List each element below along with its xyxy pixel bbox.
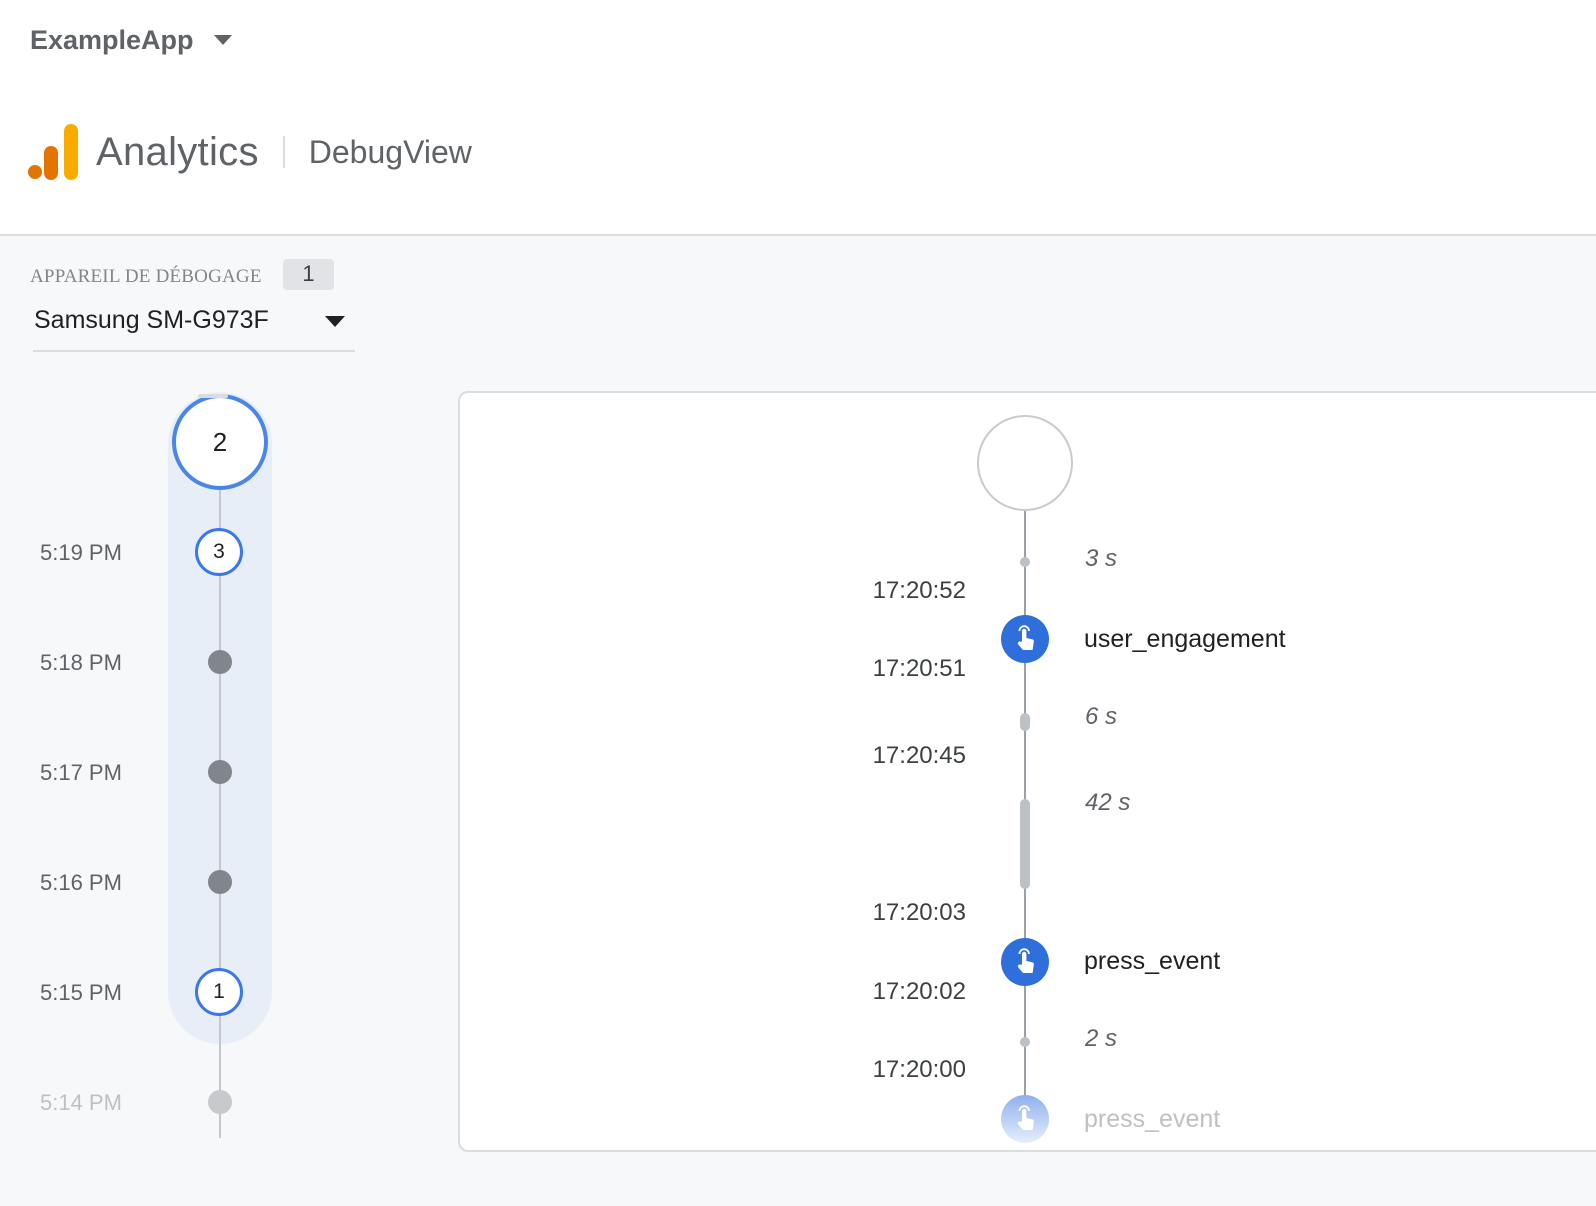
event-name[interactable]: press_event [1084,1105,1220,1134]
app-name: ExampleApp [30,24,194,55]
seconds-stream-count-circle[interactable]: 2 [172,394,268,490]
minutes-stream-line [219,488,221,1138]
minute-empty-dot[interactable] [208,760,232,784]
event-name[interactable]: user_engagement [1084,625,1286,654]
gap-marker [1020,799,1030,889]
gap-duration: 6 s [1085,703,1118,730]
gap-marker [1020,1037,1030,1047]
page-title: DebugView [308,133,472,170]
minute-time-label: 5:18 PM [40,650,122,675]
minute-empty-dot[interactable] [208,650,232,674]
minute-empty-dot[interactable] [208,1090,232,1114]
minute-event-count[interactable]: 1 [195,968,243,1016]
gap-marker [1020,713,1030,731]
event-name[interactable]: press_event [1084,947,1220,976]
gap-duration: 3 s [1085,545,1118,572]
event-timestamp: 17:20:03 [872,899,966,926]
minute-time-label: 5:17 PM [40,760,122,785]
brand: Analytics DebugView [28,120,472,184]
minute-time-label: 5:15 PM [40,980,122,1005]
seconds-stream-top-circle [977,415,1073,511]
gap-duration: 2 s [1085,1025,1118,1052]
product-name: Analytics [96,129,259,174]
touch-hand-icon[interactable] [1001,938,1049,986]
event-timestamp: 17:20:52 [872,577,966,604]
event-timestamp: 17:20:02 [872,978,966,1005]
app-switcher[interactable]: ExampleApp [30,20,232,60]
top-header: ExampleApp Analytics DebugView [0,0,1596,236]
gap-marker [1020,557,1030,567]
analytics-logo-icon [28,124,78,180]
debug-device-count-badge: 1 [283,259,334,290]
seconds-stream-panel: 3 s 17:20:52 user_engagement 17:20:51 6 … [458,391,1596,1152]
caret-down-icon [213,35,232,45]
event-timestamp: 17:20:00 [872,1056,966,1083]
caret-down-icon [325,316,345,327]
minute-empty-dot[interactable] [208,870,232,894]
debug-device-select[interactable]: Samsung SM-G973F [33,298,355,352]
debug-device-label: APPAREIL DE DÉBOGAGE [30,266,262,287]
event-timestamp: 17:20:51 [872,655,966,682]
debug-device-selected: Samsung SM-G973F [34,306,269,334]
event-timestamp: 17:20:45 [872,742,966,769]
minute-event-count[interactable]: 3 [195,528,243,576]
minute-time-label: 5:14 PM [40,1090,122,1115]
header-divider [282,136,285,168]
minute-time-label: 5:16 PM [40,870,122,895]
minute-time-label: 5:19 PM [40,540,122,565]
touch-hand-icon[interactable] [1001,615,1049,663]
touch-hand-icon[interactable] [1001,1095,1049,1143]
gap-duration: 42 s [1085,789,1131,816]
